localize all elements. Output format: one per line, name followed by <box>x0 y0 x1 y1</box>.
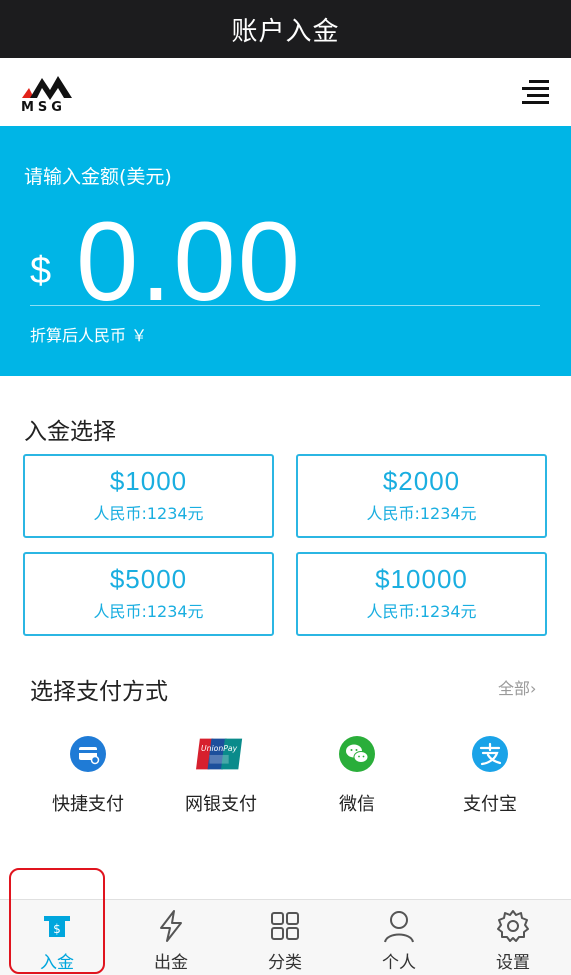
option-usd: $5000 <box>109 564 188 594</box>
option-usd: $10000 <box>375 564 468 594</box>
svg-text:UnionPay: UnionPay <box>201 744 238 753</box>
converted-rmb-label: 折算后人民币 ￥ <box>30 326 148 345</box>
tab-label: 入金 <box>40 953 74 973</box>
tab-deposit[interactable]: $ 入金 <box>0 900 114 975</box>
amount-prompt: 请输入金额(美元) <box>24 166 172 188</box>
tab-category[interactable]: 分类 <box>228 900 342 975</box>
grid-icon <box>271 912 299 940</box>
card-icon <box>70 736 106 772</box>
deposit-option-1000[interactable]: $1000 人民币:1234元 <box>23 454 274 538</box>
gear-icon <box>497 910 529 942</box>
option-cny: 人民币:1234元 <box>366 602 477 621</box>
tab-label: 设置 <box>496 953 530 973</box>
nav-bar: MSG <box>0 58 571 126</box>
tab-withdraw[interactable]: 出金 <box>114 900 228 975</box>
tab-label: 个人 <box>382 953 416 973</box>
pay-method-label: 快捷支付 <box>52 794 124 815</box>
logo-text: MSG <box>21 100 66 115</box>
pay-method-label: 支付宝 <box>463 794 517 815</box>
payment-method-title: 选择支付方式 <box>30 679 168 705</box>
unionpay-icon: UnionPay <box>196 738 243 770</box>
amount-underline <box>30 305 540 306</box>
tab-profile[interactable]: 个人 <box>342 900 456 975</box>
view-all-link[interactable]: 全部› <box>498 675 536 699</box>
deposit-option-2000[interactable]: $2000 人民币:1234元 <box>296 454 547 538</box>
pay-method-unionpay[interactable]: UnionPay 网银支付 <box>161 736 281 816</box>
window-title: 账户入金 <box>231 16 340 47</box>
pay-method-wechat[interactable]: 微信 <box>297 736 417 816</box>
svg-text:$: $ <box>53 922 61 936</box>
pay-method-alipay[interactable]: 支付宝 <box>430 736 550 816</box>
bottom-tab-bar: $ 入金 出金 分类 个人 设置 <box>0 899 571 975</box>
option-cny: 人民币:1234元 <box>93 602 204 621</box>
tab-settings[interactable]: 设置 <box>456 900 570 975</box>
chevron-right-icon: › <box>530 679 537 698</box>
view-all-label: 全部 <box>498 679 531 698</box>
amount-input[interactable]: 0.00 <box>76 202 302 322</box>
alipay-icon <box>472 736 508 772</box>
option-cny: 人民币:1234元 <box>93 504 204 523</box>
logo-mark-icon <box>22 76 72 100</box>
deposit-options-title: 入金选择 <box>24 419 116 445</box>
deposit-option-10000[interactable]: $10000 人民币:1234元 <box>296 552 547 636</box>
deposit-amount-panel: 请输入金额(美元) $ 0.00 折算后人民币 ￥ <box>0 126 571 376</box>
tab-label: 分类 <box>268 953 302 973</box>
person-icon <box>384 911 414 943</box>
option-cny: 人民币:1234元 <box>366 504 477 523</box>
pay-method-label: 微信 <box>339 794 375 815</box>
title-bar: 账户入金 <box>0 0 571 58</box>
wechat-icon <box>339 736 375 772</box>
deposit-icon: $ <box>44 916 70 937</box>
msg-logo: MSG <box>20 72 74 115</box>
pay-method-label: 网银支付 <box>185 794 257 815</box>
option-usd: $2000 <box>382 466 461 496</box>
menu-button[interactable] <box>522 80 549 104</box>
lightning-icon <box>160 910 182 942</box>
option-usd: $1000 <box>109 466 188 496</box>
pay-method-quick[interactable]: 快捷支付 <box>28 736 148 816</box>
tab-label: 出金 <box>154 953 188 973</box>
currency-symbol: $ <box>30 250 52 292</box>
deposit-option-5000[interactable]: $5000 人民币:1234元 <box>23 552 274 636</box>
